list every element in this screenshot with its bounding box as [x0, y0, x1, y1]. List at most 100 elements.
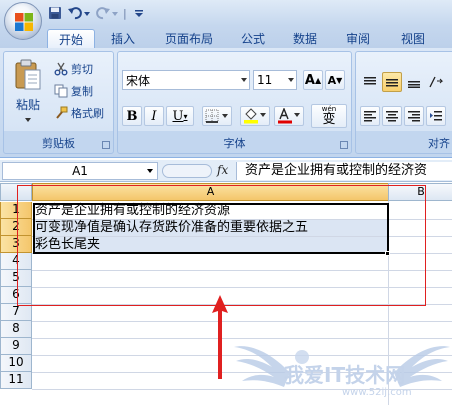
chevron-down-icon: [147, 169, 153, 173]
tab-insert[interactable]: 插入: [103, 29, 143, 48]
chevron-down-icon: [288, 78, 294, 82]
shrink-font-button[interactable]: A ▼: [325, 70, 345, 90]
ribbon-tabs: 开始 插入 页面布局 公式 数据 审阅 视图: [0, 26, 452, 48]
name-box-value: A1: [72, 164, 88, 178]
row-header[interactable]: 9: [0, 338, 32, 355]
tab-formulas[interactable]: 公式: [233, 29, 273, 48]
paste-label: 粘贴: [15, 98, 40, 112]
customize-qat-button[interactable]: [130, 4, 148, 22]
office-logo-icon: [15, 13, 33, 31]
row-gridline: [32, 321, 452, 322]
font-name-value: 宋体: [126, 73, 151, 88]
copy-button[interactable]: 复制: [54, 82, 93, 100]
paste-icon: [15, 59, 41, 90]
paint-bucket-icon: [244, 108, 266, 124]
bold-button[interactable]: B: [122, 106, 142, 126]
align-bottom-button[interactable]: [404, 72, 424, 92]
qat-separator: |: [123, 6, 127, 20]
align-left-icon: [364, 111, 376, 122]
annotation-arrow-icon: [212, 295, 228, 379]
insert-function-button[interactable]: fx: [217, 163, 228, 177]
font-name-select[interactable]: 宋体: [122, 70, 250, 90]
redo-button[interactable]: [94, 4, 120, 22]
align-center-button[interactable]: [382, 106, 402, 126]
phonetic-guide-button[interactable]: wén 变: [311, 104, 347, 128]
align-top-icon: [364, 77, 376, 85]
orientation-button[interactable]: [426, 72, 446, 92]
borders-button[interactable]: [202, 106, 232, 126]
align-middle-icon: [386, 79, 398, 87]
tab-view[interactable]: 视图: [393, 29, 433, 48]
alignment-group-label: 对齐: [428, 137, 450, 150]
font-group-label: 字体: [223, 137, 246, 150]
copy-icon: [54, 84, 68, 98]
watermark-url: www.52ij.com: [342, 387, 412, 398]
format-painter-label: 格式刷: [71, 107, 104, 120]
undo-icon: [68, 7, 90, 20]
grow-font-button[interactable]: A ▲: [303, 70, 323, 90]
title-bar: |: [0, 0, 452, 26]
watermark: 我爱IT技术网 www.52ij.com: [232, 333, 452, 405]
align-middle-button[interactable]: [382, 72, 402, 92]
cut-button[interactable]: 剪切: [54, 60, 93, 78]
font-color-icon: [278, 108, 300, 124]
format-painter-button[interactable]: 格式刷: [54, 104, 104, 122]
indent-button[interactable]: [426, 106, 446, 126]
align-center-icon: [386, 111, 398, 122]
cut-label: 剪切: [71, 63, 93, 76]
watermark-title: 我爱IT技术网: [284, 363, 406, 387]
phonetic-label: 变: [322, 111, 336, 127]
formula-input[interactable]: 资产是企业拥有或控制的经济资: [236, 162, 452, 180]
clipboard-group: 粘贴 剪切 复制 格式刷 剪贴板: [3, 51, 114, 154]
font-size-select[interactable]: 11: [253, 70, 297, 90]
fill-color-button[interactable]: [240, 106, 270, 126]
clipboard-group-label: 剪贴板: [42, 137, 75, 150]
italic-label: I: [151, 108, 157, 124]
row-header[interactable]: 10: [0, 355, 32, 372]
font-group: 宋体 11 A ▲ A ▼ B I U ▾ wén 变 字体: [117, 51, 352, 154]
border-icon: [205, 109, 228, 123]
font-size-value: 11: [257, 73, 273, 87]
shrink-font-label: A: [327, 73, 337, 87]
align-left-button[interactable]: [360, 106, 380, 126]
grow-font-label: A: [304, 72, 315, 88]
underline-label: U: [172, 108, 184, 124]
chevron-down-icon: [241, 78, 247, 82]
bold-label: B: [126, 108, 138, 124]
tab-review[interactable]: 审阅: [338, 29, 378, 48]
redo-icon: [96, 7, 118, 20]
formula-bar: A1 fx 资产是企业拥有或控制的经济资: [0, 160, 452, 182]
copy-label: 复制: [71, 85, 93, 98]
scissors-icon: [54, 62, 68, 76]
save-button[interactable]: [46, 4, 64, 22]
indent-icon: [430, 111, 442, 121]
align-bottom-icon: [408, 81, 420, 88]
clipboard-dialog-launcher[interactable]: [102, 141, 110, 149]
annotation-red-box: [17, 185, 426, 306]
font-dialog-launcher[interactable]: [340, 141, 348, 149]
save-icon: [49, 7, 61, 19]
align-right-icon: [408, 111, 420, 122]
font-color-button[interactable]: [274, 106, 304, 126]
ribbon: 粘贴 剪切 复制 格式刷 剪贴板 宋体 11 A ▲ A ▼ B I U ▾ w…: [0, 48, 452, 158]
chevron-down-icon: [25, 118, 31, 122]
office-button[interactable]: [4, 2, 42, 40]
paste-button[interactable]: 粘贴: [10, 58, 46, 130]
tab-data[interactable]: 数据: [285, 29, 325, 48]
text-orientation-icon: [429, 76, 444, 88]
row-header[interactable]: 8: [0, 321, 32, 338]
row-header[interactable]: 7: [0, 304, 32, 321]
quick-access-toolbar: |: [46, 4, 148, 22]
italic-button[interactable]: I: [144, 106, 164, 126]
formula-bar-divider[interactable]: [162, 164, 212, 178]
align-right-button[interactable]: [404, 106, 424, 126]
tab-home[interactable]: 开始: [47, 29, 95, 48]
row-header[interactable]: 11: [0, 372, 32, 389]
underline-button[interactable]: U ▾: [166, 106, 194, 126]
tab-page-layout[interactable]: 页面布局: [155, 29, 223, 48]
name-box[interactable]: A1: [2, 162, 158, 180]
undo-button[interactable]: [66, 4, 92, 22]
paintbrush-icon: [56, 106, 68, 119]
chevron-down-icon: [134, 10, 143, 17]
align-top-button[interactable]: [360, 72, 380, 92]
